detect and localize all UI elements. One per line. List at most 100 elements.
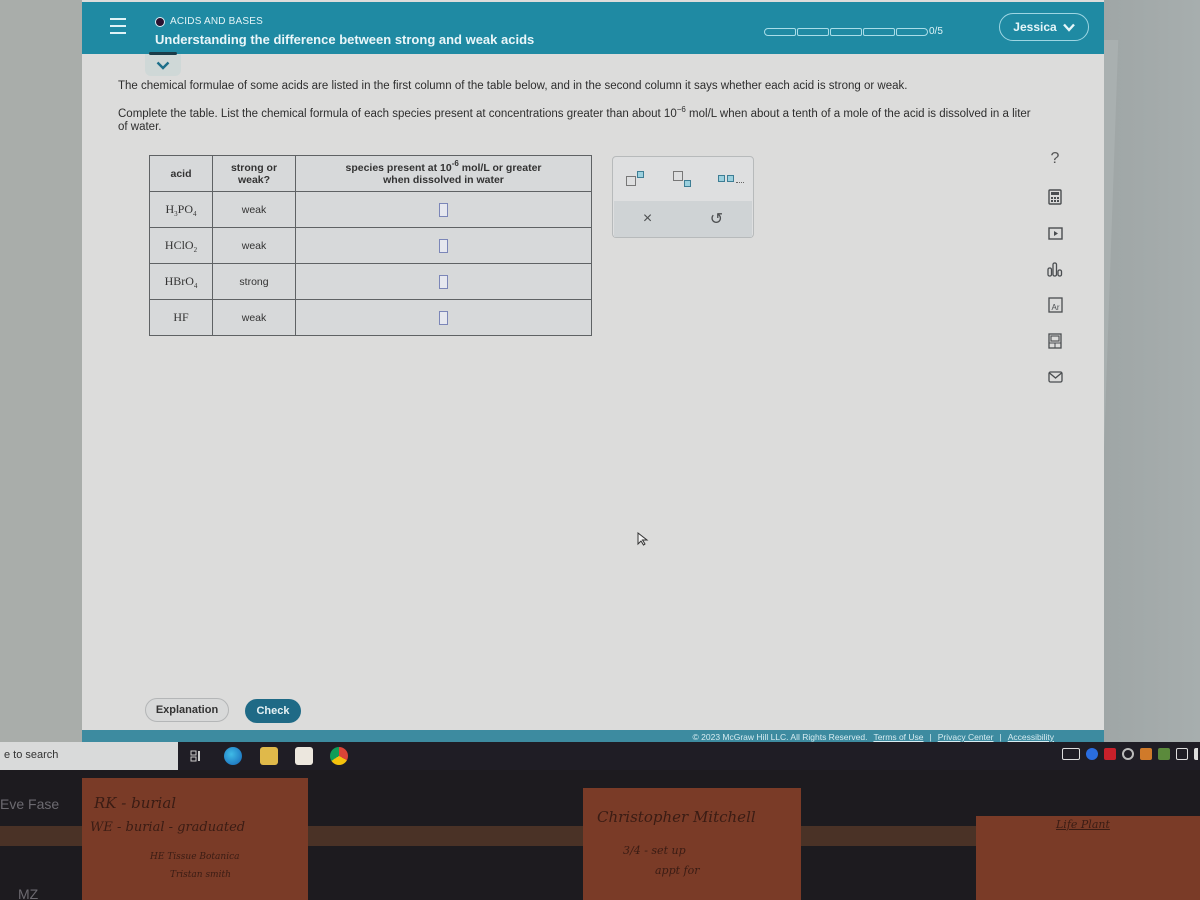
chrome-icon[interactable] [330,747,348,765]
privacy-link[interactable]: Privacy Center [938,732,994,742]
superscript-icon[interactable] [622,168,650,190]
species-cell: ​ [295,227,592,264]
reference-icon[interactable] [1046,332,1064,350]
instruction-exponent: −6 [676,105,686,114]
explanation-button[interactable]: Explanation [145,698,229,722]
app-window: ACIDS AND BASES Understanding the differ… [82,0,1104,744]
species-answer-input[interactable]: ​ [439,238,448,253]
acid-strength: weak [212,191,296,228]
sticky-note: Christopher Mitchell 3/4 - set up appt f… [583,788,801,900]
desk-label: Eve Fase [0,796,60,812]
header-acid: acid [149,155,213,192]
table-header-row: acid strong or weak? species present at 1… [149,155,592,192]
acid-formula: HF [149,299,213,336]
separator: | [999,732,1002,742]
task-view-icon[interactable] [188,747,206,765]
user-menu-button[interactable]: Jessica [999,13,1089,41]
header-exponent: -6 [451,158,459,168]
tool-column: ? Ar [1040,150,1070,404]
note-text: Christopher Mitchell [597,808,756,826]
top-bar: ACIDS AND BASES Understanding the differ… [82,2,1104,54]
chevron-down-icon [156,61,170,70]
clear-icon[interactable]: × [643,210,652,228]
question-intro: The chemical formulae of some acids are … [118,80,908,92]
progress-segment [863,28,895,36]
species-answer-input[interactable]: ​ [439,310,448,325]
page-title: Understanding the difference between str… [155,32,535,47]
help-icon[interactable]: ? [1046,150,1064,168]
sync-icon[interactable] [1122,748,1134,760]
app-tray-icon[interactable] [1158,748,1170,760]
instruction-text: Complete the table. List the chemical fo… [118,108,677,120]
acid-formula: H3PO4 [149,191,213,228]
progress-segment [830,28,862,36]
progress-segment [896,28,928,36]
acid-formula: HBrO4 [149,263,213,300]
progress-bar [764,28,929,36]
file-explorer-icon[interactable] [260,747,278,765]
app-tray-icon[interactable] [1140,748,1152,760]
edge-browser-icon[interactable] [224,747,242,765]
note-text: WE - burial - graduated [90,820,246,835]
note-text: 3/4 - set up [623,844,686,857]
note-text: Life Plant [1056,818,1110,831]
taskbar-search-input[interactable]: e to search [0,742,178,770]
desk-label: MZ [18,886,39,900]
species-cell: ​ [295,263,592,300]
note-text: HE Tissue Botanica [150,852,240,862]
acid-formula: HClO2 [149,227,213,264]
sticky-note: RK - burial WE - burial - graduated HE T… [82,778,308,900]
header-text: weak? [237,173,271,186]
volume-icon[interactable] [1194,748,1200,760]
acid-strength: strong [212,263,296,300]
species-answer-input[interactable]: ​ [439,202,448,217]
acid-strength: weak [212,227,296,264]
periodic-table-icon[interactable]: Ar [1046,296,1064,314]
monitor-bezel-right [1102,0,1200,742]
list-icon[interactable] [716,168,744,190]
table-row: HClO2 weak ​ [149,227,592,264]
mouse-cursor-icon [637,531,649,549]
mcafee-icon[interactable] [1104,748,1116,760]
chart-icon[interactable] [1046,260,1064,278]
keyboard-icon[interactable] [1062,748,1080,760]
species-cell: ​ [295,191,592,228]
progress-segment [764,28,796,36]
monitor-bezel-left [0,0,82,742]
header-text: species present at 10 [345,161,452,174]
collapse-toggle[interactable] [145,52,181,76]
table-row: HBrO4 strong ​ [149,263,592,300]
calculator-icon[interactable] [1046,188,1064,206]
header-text: when dissolved in water [383,173,504,186]
note-text: Tristan smith [170,870,231,880]
network-icon[interactable] [1176,748,1188,760]
species-cell: ​ [295,299,592,336]
check-button[interactable]: Check [245,699,301,723]
note-text: RK - burial [94,794,177,812]
progress-label: 0/5 [929,26,943,37]
header-text: mol/L or greater [458,161,542,174]
mail-icon[interactable] [1046,368,1064,386]
question-instruction: Complete the table. List the chemical fo… [118,105,1038,134]
system-tray [1062,748,1200,760]
header-species: species present at 10-6 mol/L or greater… [295,155,592,192]
svg-text:Ar: Ar [1051,303,1059,312]
undo-icon[interactable]: ↺ [710,209,723,229]
table-row: HF weak ​ [149,299,592,336]
accessibility-link[interactable]: Accessibility [1008,732,1054,742]
subscript-icon[interactable] [669,168,697,190]
header-strength: strong or weak? [212,155,296,192]
acids-table: acid strong or weak? species present at 1… [149,155,592,336]
bluetooth-icon[interactable] [1086,748,1098,760]
sticky-note: Life Plant [976,816,1200,900]
video-icon[interactable] [1046,224,1064,242]
acid-strength: weak [212,299,296,336]
separator: | [929,732,932,742]
menu-icon[interactable] [110,18,126,34]
header-text: strong or [230,161,278,174]
terms-link[interactable]: Terms of Use [873,732,923,742]
answer-palette: × ↺ [612,156,754,238]
note-text: appt for [655,864,700,877]
store-icon[interactable] [295,747,313,765]
species-answer-input[interactable]: ​ [439,274,448,289]
